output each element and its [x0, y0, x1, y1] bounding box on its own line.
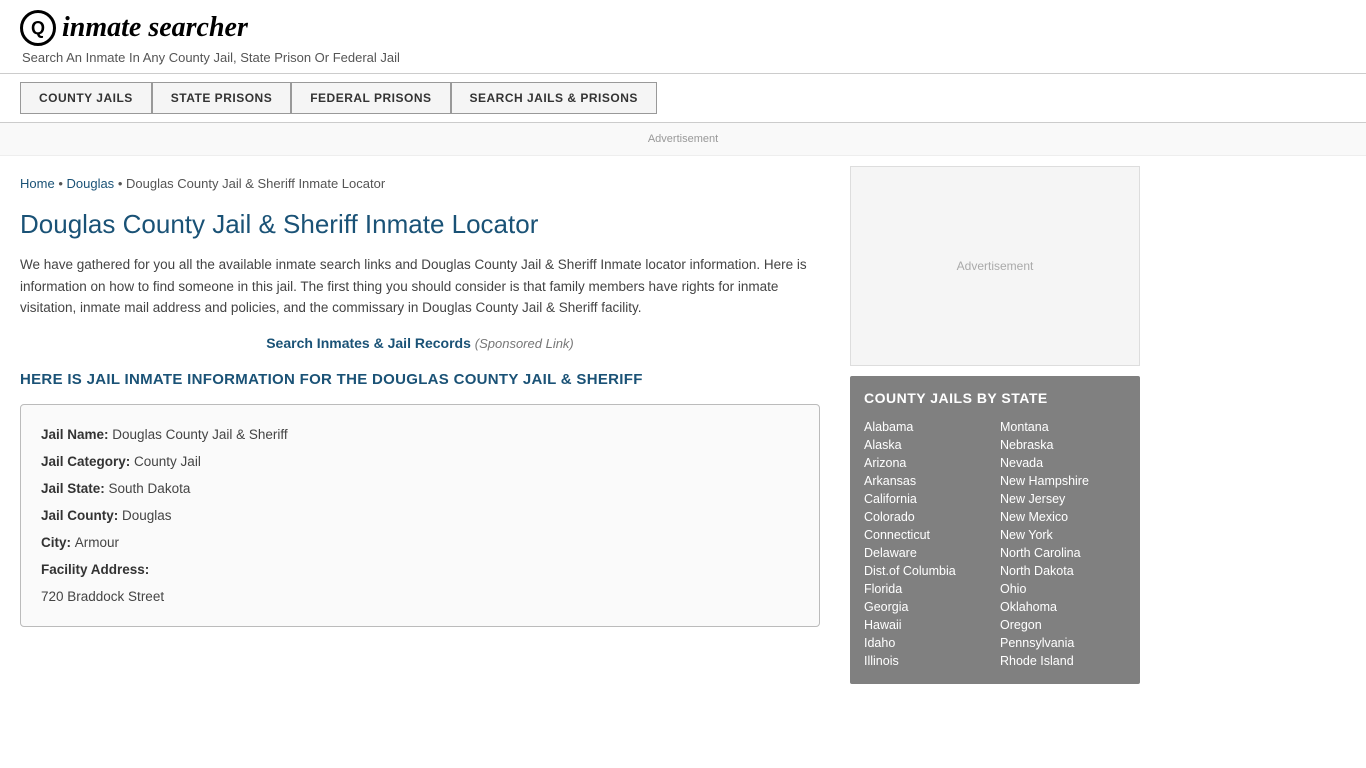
nav-bar: COUNTY JAILS STATE PRISONS FEDERAL PRISO… — [0, 74, 1366, 123]
page-description: We have gathered for you all the availab… — [20, 254, 820, 319]
breadcrumb-home[interactable]: Home — [20, 176, 55, 191]
state-hawaii[interactable]: Hawaii — [864, 616, 990, 634]
ad-top-banner: Advertisement — [0, 123, 1366, 156]
nav-state-prisons[interactable]: STATE PRISONS — [152, 82, 291, 114]
value-jail-category: County Jail — [134, 454, 201, 469]
state-new-york[interactable]: New York — [1000, 526, 1126, 544]
value-jail-state: South Dakota — [109, 481, 191, 496]
field-jail-name: Jail Name: Douglas County Jail & Sheriff — [41, 421, 799, 448]
value-jail-county: Douglas — [122, 508, 172, 523]
state-idaho[interactable]: Idaho — [864, 634, 990, 652]
state-nebraska[interactable]: Nebraska — [1000, 436, 1126, 454]
main-layout: Home • Douglas • Douglas County Jail & S… — [0, 156, 1366, 684]
county-jails-by-state-box: COUNTY JAILS BY STATE Alabama Alaska Ari… — [850, 376, 1140, 684]
field-jail-category: Jail Category: County Jail — [41, 448, 799, 475]
breadcrumb-sep2: • — [118, 176, 126, 191]
state-georgia[interactable]: Georgia — [864, 598, 990, 616]
state-arkansas[interactable]: Arkansas — [864, 472, 990, 490]
tagline: Search An Inmate In Any County Jail, Sta… — [22, 50, 1346, 65]
state-dc[interactable]: Dist.of Columbia — [864, 562, 990, 580]
label-jail-category: Jail Category: — [41, 454, 134, 469]
sponsored-link-suffix: (Sponsored Link) — [475, 336, 574, 351]
state-new-jersey[interactable]: New Jersey — [1000, 490, 1126, 508]
nav-county-jails[interactable]: COUNTY JAILS — [20, 82, 152, 114]
breadcrumb-parent[interactable]: Douglas — [66, 176, 114, 191]
state-delaware[interactable]: Delaware — [864, 544, 990, 562]
county-jails-box-title: COUNTY JAILS BY STATE — [864, 390, 1126, 406]
state-col1: Alabama Alaska Arizona Arkansas Californ… — [864, 418, 990, 670]
breadcrumb-current: Douglas County Jail & Sheriff Inmate Loc… — [126, 176, 385, 191]
info-box: Jail Name: Douglas County Jail & Sheriff… — [20, 404, 820, 627]
logo-text: inmate searcher — [62, 12, 248, 44]
field-jail-county: Jail County: Douglas — [41, 502, 799, 529]
nav-federal-prisons[interactable]: FEDERAL PRISONS — [291, 82, 450, 114]
sponsored-link[interactable]: Search Inmates & Jail Records — [266, 335, 471, 351]
label-jail-name: Jail Name: — [41, 427, 112, 442]
state-alabama[interactable]: Alabama — [864, 418, 990, 436]
state-oklahoma[interactable]: Oklahoma — [1000, 598, 1126, 616]
label-facility-address: Facility Address: — [41, 562, 149, 577]
state-north-carolina[interactable]: North Carolina — [1000, 544, 1126, 562]
page-title: Douglas County Jail & Sheriff Inmate Loc… — [20, 209, 820, 240]
logo-text-content: inmate searcher — [62, 12, 248, 43]
sidebar: Advertisement COUNTY JAILS BY STATE Alab… — [840, 156, 1140, 684]
value-street-address: 720 Braddock Street — [41, 589, 164, 604]
state-arizona[interactable]: Arizona — [864, 454, 990, 472]
label-jail-state: Jail State: — [41, 481, 109, 496]
sidebar-ad-label: Advertisement — [957, 259, 1034, 273]
state-oregon[interactable]: Oregon — [1000, 616, 1126, 634]
state-colorado[interactable]: Colorado — [864, 508, 990, 526]
state-florida[interactable]: Florida — [864, 580, 990, 598]
state-nevada[interactable]: Nevada — [1000, 454, 1126, 472]
state-new-mexico[interactable]: New Mexico — [1000, 508, 1126, 526]
sidebar-ad-top: Advertisement — [850, 166, 1140, 366]
label-city: City: — [41, 535, 75, 550]
logo-area: Q inmate searcher — [20, 10, 1346, 46]
value-city: Armour — [75, 535, 119, 550]
state-north-dakota[interactable]: North Dakota — [1000, 562, 1126, 580]
field-city: City: Armour — [41, 529, 799, 556]
state-new-hampshire[interactable]: New Hampshire — [1000, 472, 1126, 490]
section-heading: HERE IS JAIL INMATE INFORMATION FOR THE … — [20, 371, 820, 388]
state-connecticut[interactable]: Connecticut — [864, 526, 990, 544]
value-jail-name: Douglas County Jail & Sheriff — [112, 427, 287, 442]
state-col2: Montana Nebraska Nevada New Hampshire Ne… — [1000, 418, 1126, 670]
state-grid: Alabama Alaska Arizona Arkansas Californ… — [864, 418, 1126, 670]
state-ohio[interactable]: Ohio — [1000, 580, 1126, 598]
field-street-address: 720 Braddock Street — [41, 583, 799, 610]
label-jail-county: Jail County: — [41, 508, 122, 523]
header: Q inmate searcher Search An Inmate In An… — [0, 0, 1366, 74]
sponsored-link-area: Search Inmates & Jail Records (Sponsored… — [20, 335, 820, 351]
logo-icon: Q — [20, 10, 56, 46]
nav-search-jails-prisons[interactable]: SEARCH JAILS & PRISONS — [451, 82, 657, 114]
state-illinois[interactable]: Illinois — [864, 652, 990, 670]
state-pennsylvania[interactable]: Pennsylvania — [1000, 634, 1126, 652]
main-content: Home • Douglas • Douglas County Jail & S… — [20, 156, 840, 684]
field-jail-state: Jail State: South Dakota — [41, 475, 799, 502]
state-alaska[interactable]: Alaska — [864, 436, 990, 454]
breadcrumb: Home • Douglas • Douglas County Jail & S… — [20, 176, 820, 191]
state-rhode-island[interactable]: Rhode Island — [1000, 652, 1126, 670]
state-california[interactable]: California — [864, 490, 990, 508]
state-montana[interactable]: Montana — [1000, 418, 1126, 436]
field-facility-address: Facility Address: — [41, 556, 799, 583]
